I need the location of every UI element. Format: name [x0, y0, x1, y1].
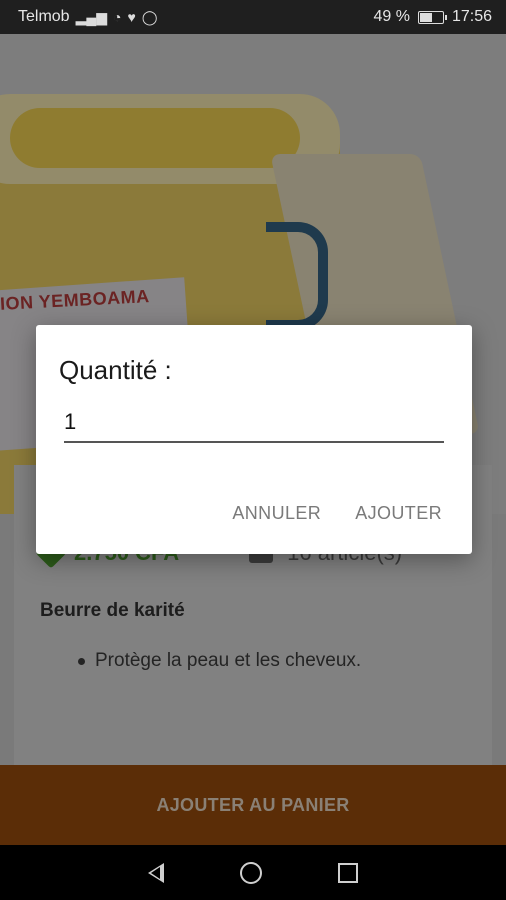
quantity-dialog: Quantité : ANNULER AJOUTER [36, 325, 472, 554]
battery-icon [417, 10, 447, 24]
add-button[interactable]: AJOUTER [355, 503, 442, 524]
home-icon[interactable] [240, 861, 262, 884]
heart-icon: ♥ [127, 9, 136, 25]
bucket-contents [10, 108, 300, 168]
quantity-input[interactable] [64, 403, 444, 443]
clock: 17:56 [451, 8, 492, 25]
bullet-text: Protège la peau et les cheveux. [95, 650, 362, 671]
status-left: Telmob ▂▄▆ ◔ ♥ ◯ [18, 8, 157, 26]
add-to-cart-button[interactable]: AJOUTER AU PANIER [0, 765, 506, 845]
dialog-title: Quantité : [59, 355, 172, 385]
status-bar: Telmob ▂▄▆ ◔ ♥ ◯ 49 % 17:56 [0, 0, 506, 34]
signal-icon: ▂▄▆ [75, 8, 108, 25]
navigation-bar [0, 845, 506, 900]
back-icon[interactable] [148, 862, 164, 883]
carrier-name: Telmob [18, 8, 70, 25]
wifi-icon: ◔ [113, 9, 122, 25]
bucket-handle [266, 222, 328, 330]
add-to-cart-label: AJOUTER AU PANIER [156, 794, 350, 815]
cancel-button[interactable]: ANNULER [232, 503, 321, 524]
status-right: 49 % 17:56 [373, 8, 492, 26]
whatsapp-icon: ◯ [141, 8, 158, 25]
recent-apps-icon[interactable] [338, 862, 358, 883]
dialog-actions: ANNULER AJOUTER [232, 503, 442, 524]
list-item: Protège la peau et les cheveux. [78, 650, 361, 672]
battery-percent: 49 % [373, 8, 410, 25]
product-name: Beurre de karité [40, 600, 185, 621]
bullet-icon [78, 658, 85, 665]
